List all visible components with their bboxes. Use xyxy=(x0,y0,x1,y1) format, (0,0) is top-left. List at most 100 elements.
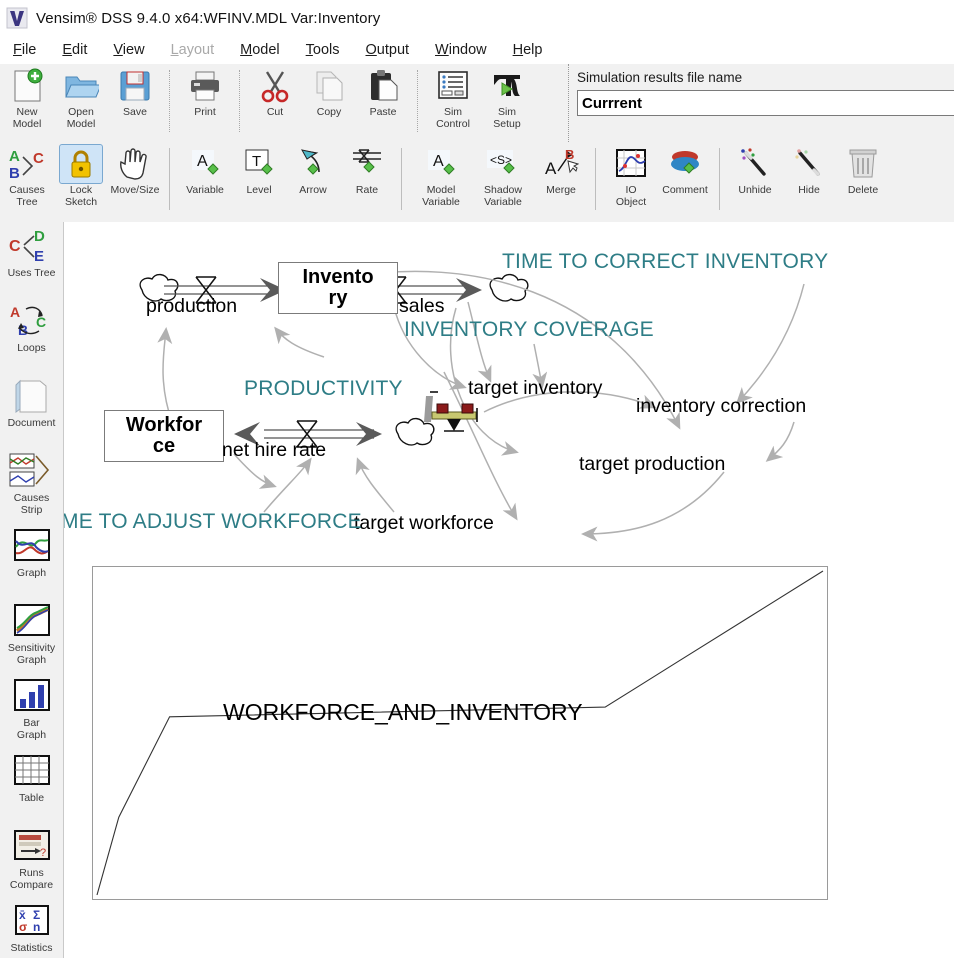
causes-strip-button[interactable]: Causes Strip xyxy=(0,447,63,522)
merge-label: Merge xyxy=(546,184,576,196)
print-button[interactable]: Print xyxy=(178,66,232,140)
flow-sales-label[interactable]: sales xyxy=(399,295,445,318)
uses-tree-label: Uses Tree xyxy=(7,267,56,279)
cut-button[interactable]: Cut xyxy=(248,66,302,140)
io-object-icon xyxy=(614,144,648,184)
print-label: Print xyxy=(194,106,216,118)
rate-tool-label: Rate xyxy=(355,184,379,196)
menu-output[interactable]: Output xyxy=(353,40,423,60)
io-object-button[interactable]: IO Object xyxy=(604,144,658,218)
stock-inventory[interactable]: Invento ry xyxy=(278,262,398,314)
move-size-button[interactable]: Move/Size xyxy=(108,144,162,218)
variable-tool-label: Variable xyxy=(186,184,224,196)
rate-tool-button[interactable]: Rate xyxy=(340,144,394,218)
stock-workforce[interactable]: Workfor ce xyxy=(104,410,224,462)
simulation-results-input[interactable] xyxy=(577,90,954,116)
table-button[interactable]: Table xyxy=(0,747,63,822)
const-time-to-correct-inventory-label[interactable]: TIME TO CORRECT INVENTORY xyxy=(502,250,828,274)
hide-button[interactable]: Hide xyxy=(782,144,836,218)
aux-target-workforce-label[interactable]: target workforce xyxy=(354,512,494,535)
copy-icon xyxy=(313,66,345,106)
output-graph-object[interactable]: WORKFORCE_AND_INVENTORY xyxy=(92,566,828,900)
runs-compare-label: Runs Compare xyxy=(9,867,54,891)
arrow-tool-button[interactable]: Arrow xyxy=(286,144,340,218)
menu-view[interactable]: View xyxy=(100,40,157,60)
delete-label: Delete xyxy=(847,184,879,196)
flow-net-hire-rate-label[interactable]: net hire rate xyxy=(222,439,326,462)
toolbar-separator xyxy=(719,148,721,210)
loops-button[interactable]: A B C Loops xyxy=(0,297,63,372)
lock-sketch-button[interactable]: Lock Sketch xyxy=(54,144,108,218)
const-productivity-label[interactable]: PRODUCTIVITY xyxy=(244,377,403,401)
save-button[interactable]: Save xyxy=(108,66,162,140)
menu-edit[interactable]: Edit xyxy=(49,40,100,60)
arrow-icon xyxy=(296,144,330,184)
merge-button[interactable]: A B Merge xyxy=(534,144,588,218)
model-variable-button[interactable]: A Model Variable xyxy=(410,144,472,218)
paste-button[interactable]: Paste xyxy=(356,66,410,140)
menu-bar[interactable]: File Edit View Layout Model Tools Output… xyxy=(0,36,954,65)
runs-compare-button[interactable]: ? Runs Compare xyxy=(0,822,63,897)
sketch-canvas[interactable]: Invento ry Workfor ce production sales n… xyxy=(64,222,954,958)
table-icon xyxy=(11,751,53,791)
menu-window[interactable]: Window xyxy=(422,40,500,60)
open-model-button[interactable]: Open Model xyxy=(54,66,108,140)
sensitivity-graph-label: Sensitivity Graph xyxy=(7,642,56,666)
graph-label: Graph xyxy=(16,567,47,579)
level-tool-label: Level xyxy=(246,184,272,196)
merge-icon: A B xyxy=(543,144,579,184)
bar-graph-button[interactable]: Bar Graph xyxy=(0,672,63,747)
sim-control-button[interactable]: Sim Control xyxy=(426,66,480,140)
variable-tool-button[interactable]: A Variable xyxy=(178,144,232,218)
flow-production-label[interactable]: production xyxy=(146,295,237,318)
document-icon xyxy=(10,376,54,416)
aux-target-inventory-label[interactable]: target inventory xyxy=(468,377,602,400)
simulation-results-caption: Simulation results file name xyxy=(577,70,743,85)
aux-target-production-label[interactable]: target production xyxy=(579,453,725,476)
menu-help[interactable]: Help xyxy=(500,40,556,60)
menu-tools[interactable]: Tools xyxy=(293,40,353,60)
uses-tree-button[interactable]: C D E Uses Tree xyxy=(0,222,63,297)
copy-button[interactable]: Copy xyxy=(302,66,356,140)
svg-text:C: C xyxy=(36,314,46,330)
move-size-label: Move/Size xyxy=(110,184,160,196)
comment-button[interactable]: Comment xyxy=(658,144,712,218)
statistics-button[interactable]: x̄ Σ σ n Statistics xyxy=(0,897,63,958)
menu-model[interactable]: Model xyxy=(227,40,293,60)
table-label: Table xyxy=(18,792,45,804)
svg-text:?: ? xyxy=(40,847,46,859)
causes-tree-icon: A B C xyxy=(5,144,49,184)
new-model-icon xyxy=(10,66,44,106)
bar-graph-icon xyxy=(11,676,53,716)
svg-text:B: B xyxy=(18,322,28,338)
document-label: Document xyxy=(7,417,56,429)
sensitivity-graph-button[interactable]: Sensitivity Graph xyxy=(0,597,63,672)
level-tool-button[interactable]: T Level xyxy=(232,144,286,218)
sim-setup-button[interactable]: Sim Setup xyxy=(480,66,534,140)
document-button[interactable]: Document xyxy=(0,372,63,447)
new-model-button[interactable]: New Model xyxy=(0,66,54,140)
causes-tree-label: Causes Tree xyxy=(9,184,45,208)
arrow-tool-label: Arrow xyxy=(299,184,327,196)
causes-strip-icon xyxy=(6,451,58,491)
svg-text:σ: σ xyxy=(19,920,27,934)
menu-file[interactable]: File xyxy=(0,40,49,60)
graph-plot-area xyxy=(96,570,824,896)
aux-inventory-correction-label[interactable]: inventory correction xyxy=(636,395,806,418)
const-inventory-coverage-label[interactable]: INVENTORY COVERAGE xyxy=(404,318,654,342)
window-title: Vensim® DSS 9.4.0 x64:WFINV.MDL Var:Inve… xyxy=(36,9,381,27)
graph-button[interactable]: Graph xyxy=(0,522,63,597)
shadow-variable-button[interactable]: <S> Shadow Variable xyxy=(472,144,534,218)
delete-button[interactable]: Delete xyxy=(836,144,890,218)
svg-text:B: B xyxy=(565,147,574,162)
cut-label: Cut xyxy=(266,106,284,118)
svg-text:A: A xyxy=(9,148,20,165)
const-time-to-adjust-workforce-label[interactable]: TIME TO ADJUST WORKFORCE xyxy=(64,510,362,534)
unhide-button[interactable]: Unhide xyxy=(728,144,782,218)
causes-tree-button[interactable]: A B C Causes Tree xyxy=(0,144,54,218)
bar-graph-label: Bar Graph xyxy=(16,717,47,741)
cut-icon xyxy=(260,66,290,106)
lock-sketch-label: Lock Sketch xyxy=(64,184,98,208)
io-object-label: IO Object xyxy=(615,184,647,208)
svg-text:C: C xyxy=(9,238,21,255)
